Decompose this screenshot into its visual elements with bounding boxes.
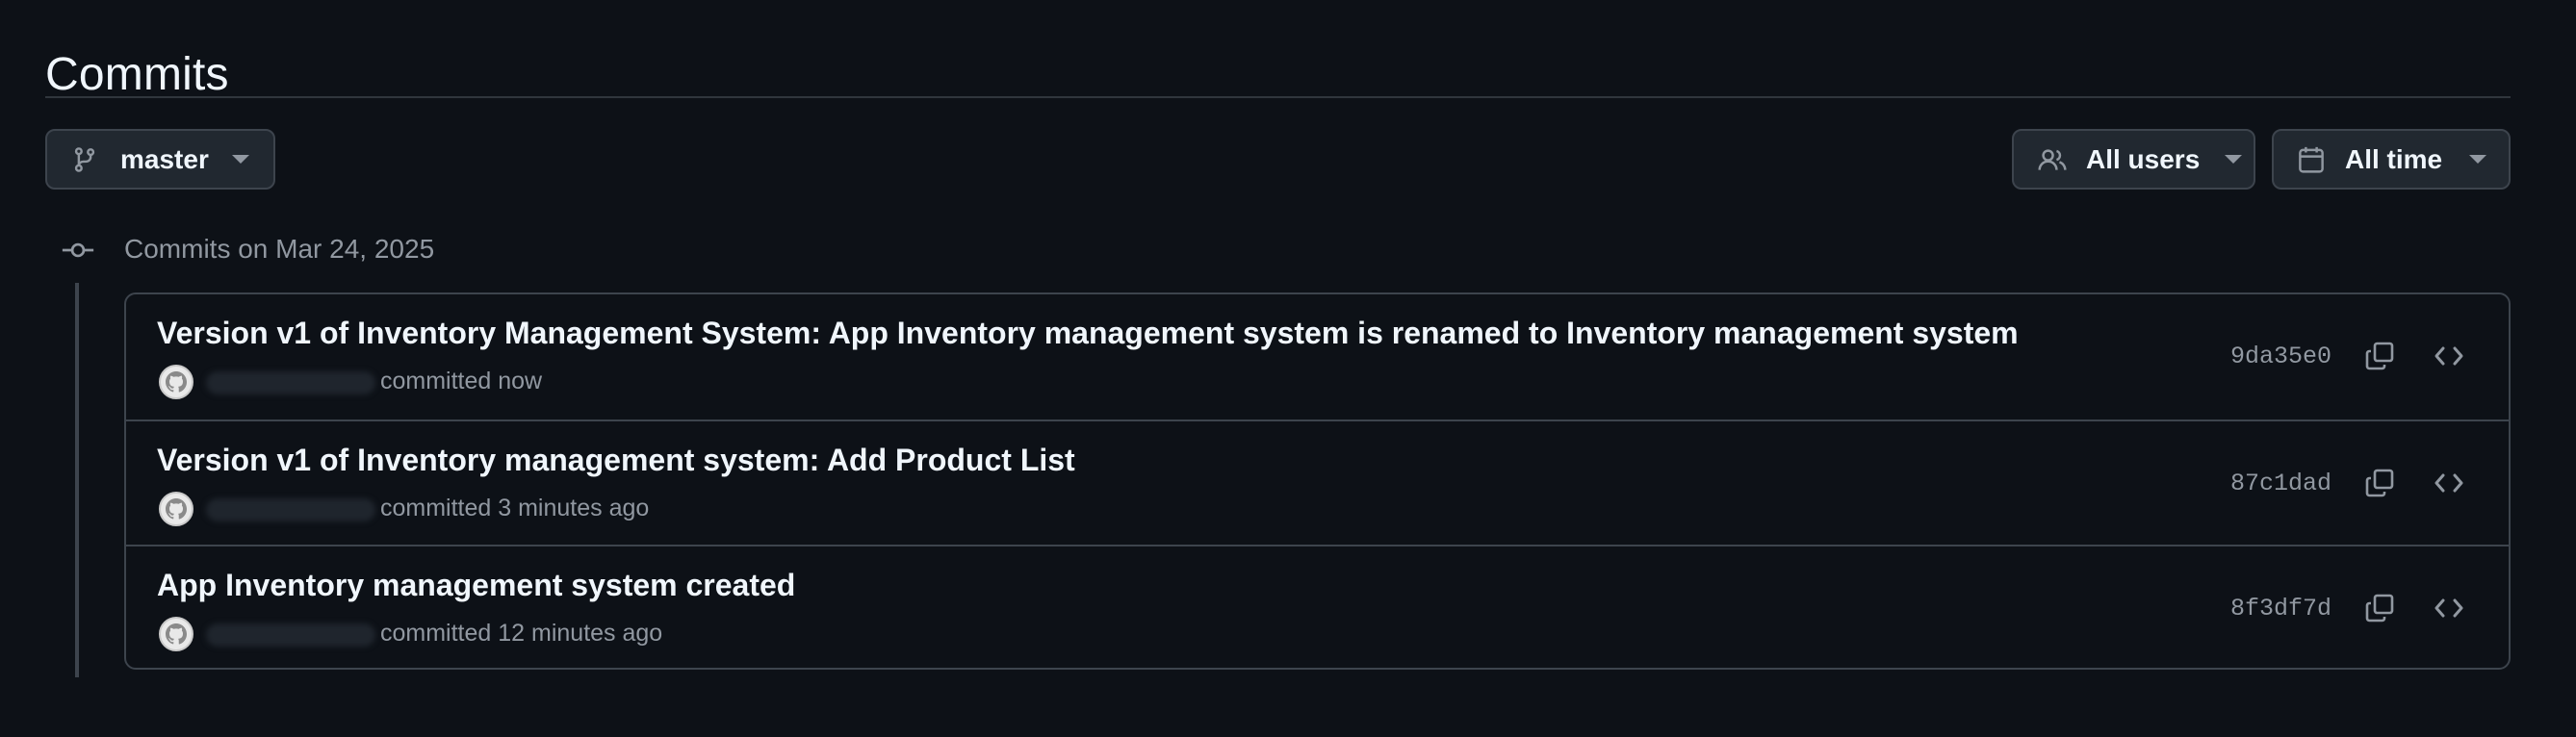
avatar[interactable] (159, 617, 193, 651)
commit-row: Version v1 of Inventory management syste… (126, 419, 2509, 545)
time-filter-label: All time (2345, 143, 2443, 174)
commit-group-heading: Commits on Mar 24, 2025 (124, 234, 435, 264)
commit-message-link[interactable]: App Inventory management system created (157, 568, 795, 603)
avatar[interactable] (159, 365, 193, 399)
commit-sha-link[interactable]: 8f3df7d (2230, 595, 2331, 623)
branch-select-button[interactable]: master (45, 129, 275, 190)
users-filter-button[interactable]: All users (2012, 129, 2255, 190)
page-title: Commits (45, 49, 229, 101)
commit-sha-link[interactable]: 87c1dad (2230, 470, 2331, 497)
code-icon[interactable] (2430, 337, 2468, 375)
time-filter-button[interactable]: All time (2272, 129, 2511, 190)
title-divider (45, 96, 2511, 98)
branch-select-label: master (120, 143, 209, 174)
author-name-redacted[interactable] (206, 498, 375, 521)
calendar-icon (2295, 143, 2328, 176)
copy-icon[interactable] (2360, 337, 2399, 375)
commit-row: Version v1 of Inventory Management Syste… (126, 294, 2509, 419)
commits-page: Commits master All users All time Commit… (0, 0, 2576, 737)
code-icon[interactable] (2430, 589, 2468, 627)
commit-row: App Inventory management system created … (126, 545, 2509, 668)
chevron-down-icon (2469, 155, 2487, 164)
commit-message-link[interactable]: Version v1 of Inventory management syste… (157, 443, 1075, 478)
commit-list: Version v1 of Inventory Management Syste… (124, 292, 2511, 670)
commit-meta: committed 12 minutes ago (380, 620, 663, 647)
git-branch-icon (68, 143, 101, 176)
commit-message-link[interactable]: Version v1 of Inventory Management Syste… (157, 316, 2019, 351)
copy-icon[interactable] (2360, 464, 2399, 502)
commit-sha-link[interactable]: 9da35e0 (2230, 343, 2331, 370)
users-filter-label: All users (2086, 143, 2201, 174)
author-name-redacted[interactable] (206, 371, 375, 394)
commit-meta: committed 3 minutes ago (380, 495, 650, 521)
copy-icon[interactable] (2360, 589, 2399, 627)
author-name-redacted[interactable] (206, 623, 375, 647)
code-icon[interactable] (2430, 464, 2468, 502)
chevron-down-icon (231, 155, 249, 164)
people-icon (2036, 143, 2069, 176)
git-commit-icon (62, 237, 94, 264)
chevron-down-icon (2225, 155, 2243, 164)
timeline-line (75, 283, 79, 677)
commit-meta: committed now (380, 368, 543, 394)
avatar[interactable] (159, 492, 193, 526)
